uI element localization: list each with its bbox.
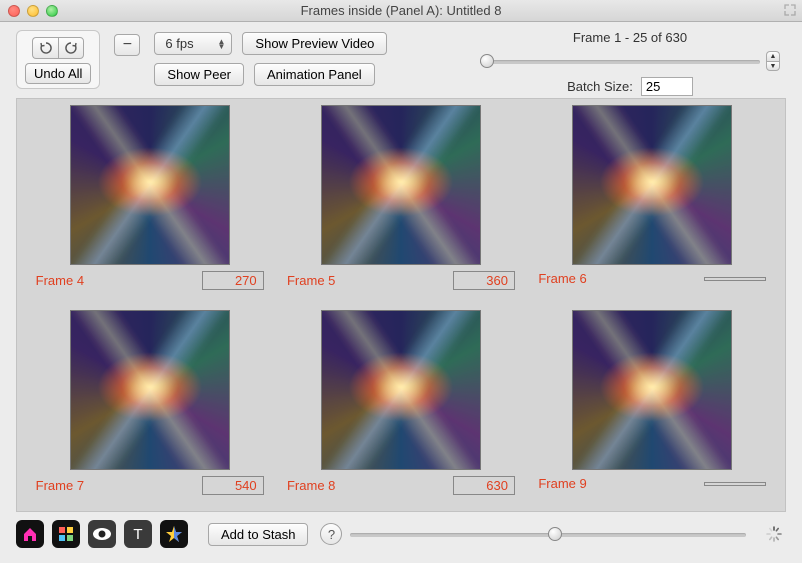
frame-value-field[interactable] xyxy=(704,277,766,281)
add-to-stash-button[interactable]: Add to Stash xyxy=(208,523,308,546)
frame-value-field[interactable]: 540 xyxy=(202,476,264,495)
frame-label: Frame 7 xyxy=(36,478,84,493)
frame-cell: Frame 5 360 xyxy=(284,105,517,290)
select-arrows-icon: ▲▼ xyxy=(218,39,226,49)
grid-icon[interactable] xyxy=(52,520,80,548)
frames-area: Frame 4 270 Frame 5 360 Frame 6 Frame 7 … xyxy=(16,98,786,512)
frame-range-label: Frame 1 - 25 of 630 xyxy=(573,30,687,45)
frame-cell: Frame 6 xyxy=(536,105,769,290)
frame-thumbnail[interactable] xyxy=(321,310,481,470)
spinner-icon xyxy=(766,526,782,542)
frame-cell: Frame 9 xyxy=(536,310,769,495)
titlebar: Frames inside (Panel A): Untitled 8 xyxy=(0,0,802,22)
batch-size-label: Batch Size: xyxy=(567,79,633,94)
window-title: Frames inside (Panel A): Untitled 8 xyxy=(0,3,802,18)
frame-label: Frame 6 xyxy=(538,271,586,286)
bottom-bar: T Add to Stash ? xyxy=(0,512,802,556)
remove-button[interactable]: − xyxy=(114,34,140,56)
batch-size-input[interactable] xyxy=(641,77,693,96)
frame-cell: Frame 4 270 xyxy=(33,105,266,290)
frame-thumbnail[interactable] xyxy=(70,105,230,265)
toolbar: Undo All − 6 fps ▲▼ Show Preview Video S… xyxy=(0,22,802,98)
frame-value-field[interactable] xyxy=(704,482,766,486)
window-controls xyxy=(8,5,58,17)
minimize-window-button[interactable] xyxy=(27,5,39,17)
frame-value-field[interactable]: 630 xyxy=(453,476,515,495)
help-button[interactable]: ? xyxy=(320,523,342,545)
redo-button[interactable] xyxy=(58,37,84,59)
frame-thumbnail[interactable] xyxy=(572,310,732,470)
show-preview-video-button[interactable]: Show Preview Video xyxy=(242,32,387,55)
animation-panel-button[interactable]: Animation Panel xyxy=(254,63,375,86)
frame-label: Frame 8 xyxy=(287,478,335,493)
fps-select-label: 6 fps xyxy=(165,36,193,51)
eye-icon[interactable] xyxy=(88,520,116,548)
frames-grid: Frame 4 270 Frame 5 360 Frame 6 Frame 7 … xyxy=(19,105,783,495)
range-stepper[interactable]: ▲ ▼ xyxy=(766,51,780,71)
fullscreen-icon[interactable] xyxy=(784,4,796,16)
zoom-slider[interactable] xyxy=(350,526,746,542)
range-controls: Frame 1 - 25 of 630 ▲ ▼ Batch Size: xyxy=(480,30,780,96)
frame-label: Frame 5 xyxy=(287,273,335,288)
undo-all-button[interactable]: Undo All xyxy=(25,63,91,84)
frame-cell: Frame 8 630 xyxy=(284,310,517,495)
undo-group: Undo All xyxy=(16,30,100,89)
frame-range-slider[interactable] xyxy=(480,53,760,69)
undo-button[interactable] xyxy=(32,37,58,59)
frame-thumbnail[interactable] xyxy=(572,105,732,265)
frame-value-field[interactable]: 270 xyxy=(202,271,264,290)
text-icon[interactable]: T xyxy=(124,520,152,548)
close-window-button[interactable] xyxy=(8,5,20,17)
frame-cell: Frame 7 540 xyxy=(33,310,266,495)
mid-controls: 6 fps ▲▼ Show Preview Video Show Peer An… xyxy=(154,32,387,86)
star-icon[interactable] xyxy=(160,520,188,548)
frame-thumbnail[interactable] xyxy=(321,105,481,265)
frame-thumbnail[interactable] xyxy=(70,310,230,470)
frame-value-field[interactable]: 360 xyxy=(453,271,515,290)
frame-label: Frame 9 xyxy=(538,476,586,491)
stepper-up-icon[interactable]: ▲ xyxy=(766,51,780,61)
show-peer-button[interactable]: Show Peer xyxy=(154,63,244,86)
svg-text:T: T xyxy=(133,526,142,543)
zoom-window-button[interactable] xyxy=(46,5,58,17)
home-icon[interactable] xyxy=(16,520,44,548)
frame-label: Frame 4 xyxy=(36,273,84,288)
fps-select[interactable]: 6 fps ▲▼ xyxy=(154,32,232,55)
stepper-down-icon[interactable]: ▼ xyxy=(766,61,780,71)
